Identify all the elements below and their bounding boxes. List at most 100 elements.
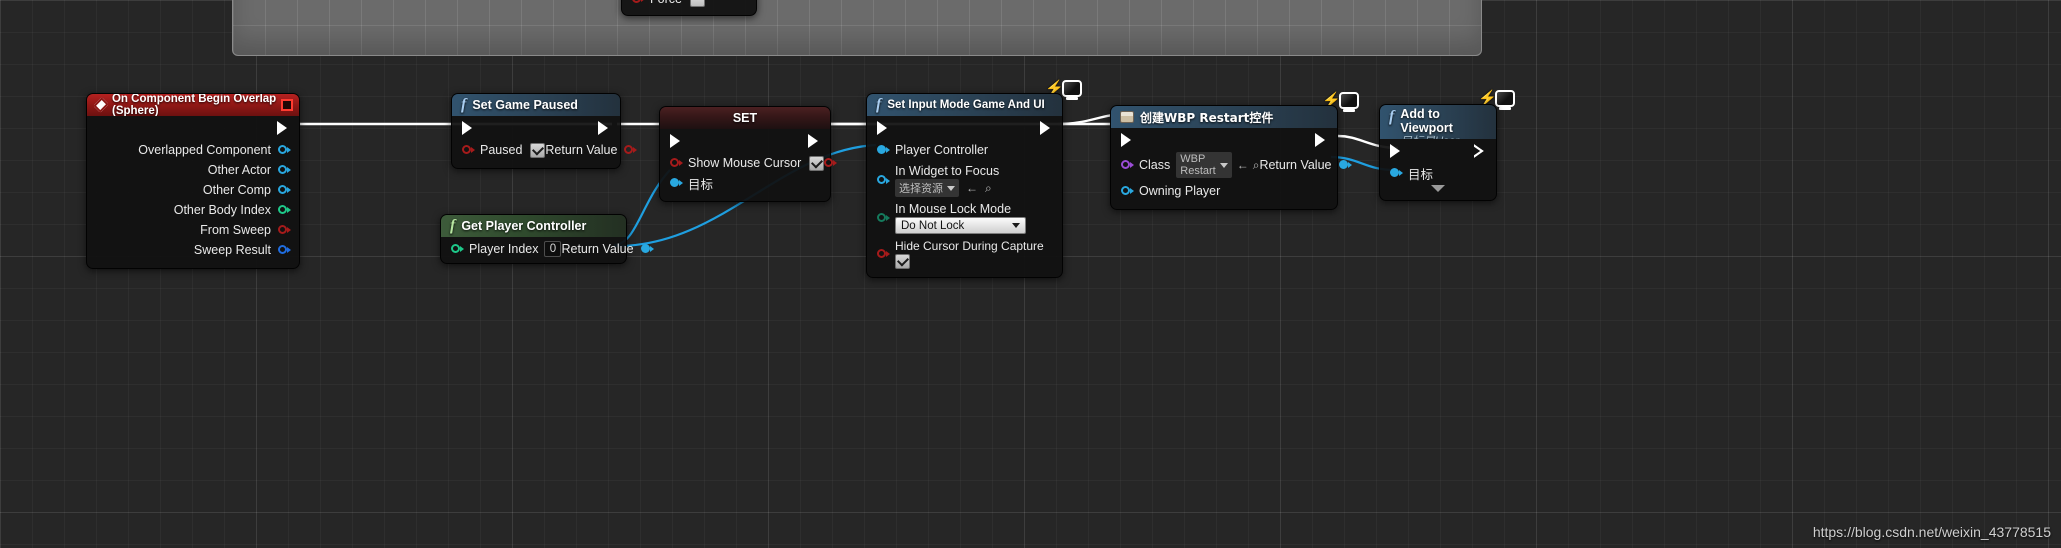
node-header: f Set Input Mode Game And UI	[867, 94, 1062, 116]
exec-output-pin[interactable]	[277, 121, 289, 135]
pin-label: Sweep Result	[193, 243, 271, 257]
pin-row-widget-to-focus[interactable]: In Widget to Focus 选择资源 ← ⌕	[867, 164, 1062, 197]
owning-player-pin[interactable]	[1121, 185, 1134, 197]
pin-row[interactable]: Other Comp	[87, 180, 299, 200]
in-mouse-lock-mode-pin[interactable]	[877, 212, 890, 224]
player-index-pin[interactable]	[451, 243, 464, 255]
pin-row[interactable]: Overlapped Component	[87, 140, 299, 160]
exec-row[interactable]	[1380, 139, 1496, 163]
collapse-node-chevron-icon[interactable]	[1431, 185, 1445, 192]
target-pin[interactable]	[1390, 167, 1403, 179]
node-title: On Component Begin Overlap (Sphere)	[111, 94, 277, 116]
pin-row-target[interactable]: 目标	[660, 173, 830, 193]
return-value-pin[interactable]	[1338, 159, 1352, 171]
node-partial-top[interactable]: Force	[621, 0, 757, 16]
exec-output-pin[interactable]	[1315, 133, 1327, 147]
blueprint-graph-canvas[interactable]: Force On Component Begin Overlap (Sphere…	[0, 0, 2061, 548]
pin-row-class[interactable]: Class WBP Restart ← ⌕ Return Value	[1111, 152, 1352, 178]
force-pin[interactable]	[632, 0, 645, 5]
other-comp-pin[interactable]	[278, 184, 291, 196]
browse-asset-icon[interactable]: ⌕	[1253, 159, 1260, 171]
exec-row[interactable]	[660, 129, 830, 153]
function-f-icon: f	[450, 217, 456, 234]
target-pin[interactable]	[670, 177, 683, 189]
mouse-lock-mode-dropdown[interactable]: Do Not Lock	[895, 217, 1026, 234]
mouse-lock-mode-value: Do Not Lock	[901, 219, 965, 232]
class-asset-picker[interactable]: WBP Restart	[1176, 152, 1232, 178]
from-sweep-pin[interactable]	[278, 224, 291, 236]
hide-cursor-during-capture-checkbox[interactable]	[895, 254, 910, 269]
widget-asset-picker[interactable]: 选择资源	[895, 179, 959, 197]
exec-input-pin[interactable]	[1390, 144, 1402, 158]
in-widget-to-focus-pin[interactable]	[877, 175, 890, 186]
exec-input-pin[interactable]	[1121, 133, 1133, 147]
class-pin[interactable]	[1121, 159, 1134, 171]
pin-row-hide-cursor[interactable]: Hide Cursor During Capture	[867, 239, 1062, 269]
exec-row[interactable]	[867, 116, 1062, 140]
player-controller-pin[interactable]	[877, 144, 890, 156]
use-selected-asset-icon[interactable]: ←	[966, 182, 978, 194]
overlapped-component-pin[interactable]	[278, 144, 291, 156]
function-f-icon: f	[461, 96, 467, 113]
use-selected-asset-icon[interactable]: ←	[1237, 159, 1249, 171]
show-mouse-cursor-checkbox[interactable]	[809, 155, 825, 171]
node-set-game-paused[interactable]: f Set Game Paused Paused Return Value	[451, 93, 638, 169]
node-header: 创建WBP Restart控件	[1111, 106, 1337, 128]
node-create-wbp-restart-widget[interactable]: 创建WBP Restart控件 Class WBP Restart ← ⌕ Re…	[1110, 105, 1352, 210]
chevron-down-icon	[1012, 223, 1020, 228]
return-value-pin[interactable]	[624, 144, 638, 156]
exec-output-pin[interactable]	[1474, 144, 1486, 158]
exec-input-pin[interactable]	[670, 134, 682, 148]
node-get-player-controller[interactable]: f Get Player Controller Player Index 0 R…	[440, 214, 654, 264]
force-checkbox[interactable]	[689, 0, 705, 7]
pin-row-show-mouse-cursor[interactable]: Show Mouse Cursor	[660, 153, 838, 173]
pin-row-force[interactable]: Force	[622, 0, 756, 7]
target-label: 目标	[688, 176, 714, 192]
pin-row-owning-player[interactable]: Owning Player	[1111, 181, 1337, 201]
pin-row[interactable]: From Sweep	[87, 220, 299, 240]
other-actor-pin[interactable]	[278, 164, 291, 176]
node-on-component-begin-overlap[interactable]: On Component Begin Overlap (Sphere) Over…	[86, 93, 300, 269]
widget-asset-value: 选择资源	[899, 182, 943, 195]
exec-output-pin[interactable]	[1040, 121, 1052, 135]
pin-row[interactable]: Sweep Result	[87, 240, 299, 260]
sweep-result-pin[interactable]	[278, 244, 291, 256]
exec-output-pin[interactable]	[808, 134, 820, 148]
paused-input-pin[interactable]	[462, 144, 475, 156]
exec-row[interactable]	[452, 116, 620, 140]
exec-input-pin[interactable]	[877, 121, 889, 135]
exec-output-pin[interactable]	[598, 121, 610, 135]
node-header: SET	[660, 107, 830, 129]
return-value-pin[interactable]	[640, 243, 654, 255]
graph-comment-region[interactable]	[232, 0, 1482, 56]
exec-row[interactable]	[1111, 128, 1337, 152]
browse-asset-icon[interactable]: ⌕	[985, 182, 992, 194]
show-mouse-cursor-output-pin[interactable]	[824, 157, 838, 169]
pin-row-paused[interactable]: Paused Return Value	[452, 140, 638, 160]
pin-row-mouse-lock-mode[interactable]: In Mouse Lock Mode Do Not Lock	[867, 202, 1062, 234]
in-widget-to-focus-label: In Widget to Focus	[895, 164, 1000, 178]
exec-out-row[interactable]	[87, 116, 299, 140]
pin-row-player-controller[interactable]: Player Controller	[867, 140, 1062, 160]
node-set-show-mouse-cursor[interactable]: SET Show Mouse Cursor 目标	[659, 106, 838, 202]
node-add-to-viewport[interactable]: f Add to Viewport 目标是User Widget 目标	[1379, 104, 1497, 201]
function-f-icon: f	[1389, 108, 1395, 125]
pin-row[interactable]: Other Body Index	[87, 200, 299, 220]
pin-row-player-index[interactable]: Player Index 0 Return Value	[441, 237, 654, 257]
pin-row-target[interactable]: 目标	[1380, 163, 1496, 183]
breakpoint-square-icon[interactable]	[281, 99, 293, 111]
show-mouse-cursor-pin[interactable]	[670, 157, 683, 169]
hide-cursor-during-capture-pin[interactable]	[877, 248, 890, 260]
other-body-index-pin[interactable]	[278, 204, 291, 216]
target-label: 目标	[1408, 166, 1434, 182]
paused-checkbox[interactable]	[530, 142, 546, 158]
exec-input-pin[interactable]	[462, 121, 474, 135]
player-index-input[interactable]: 0	[544, 241, 562, 257]
pin-label: Other Body Index	[173, 203, 271, 217]
node-title: 创建WBP Restart控件	[1140, 110, 1274, 125]
node-set-input-mode-game-and-ui[interactable]: f Set Input Mode Game And UI Player Cont…	[866, 93, 1063, 278]
pin-row[interactable]: Other Actor	[87, 160, 299, 180]
event-diamond-icon	[93, 97, 109, 113]
hide-cursor-during-capture-label: Hide Cursor During Capture	[895, 239, 1044, 253]
monitor-icon	[1061, 80, 1082, 97]
